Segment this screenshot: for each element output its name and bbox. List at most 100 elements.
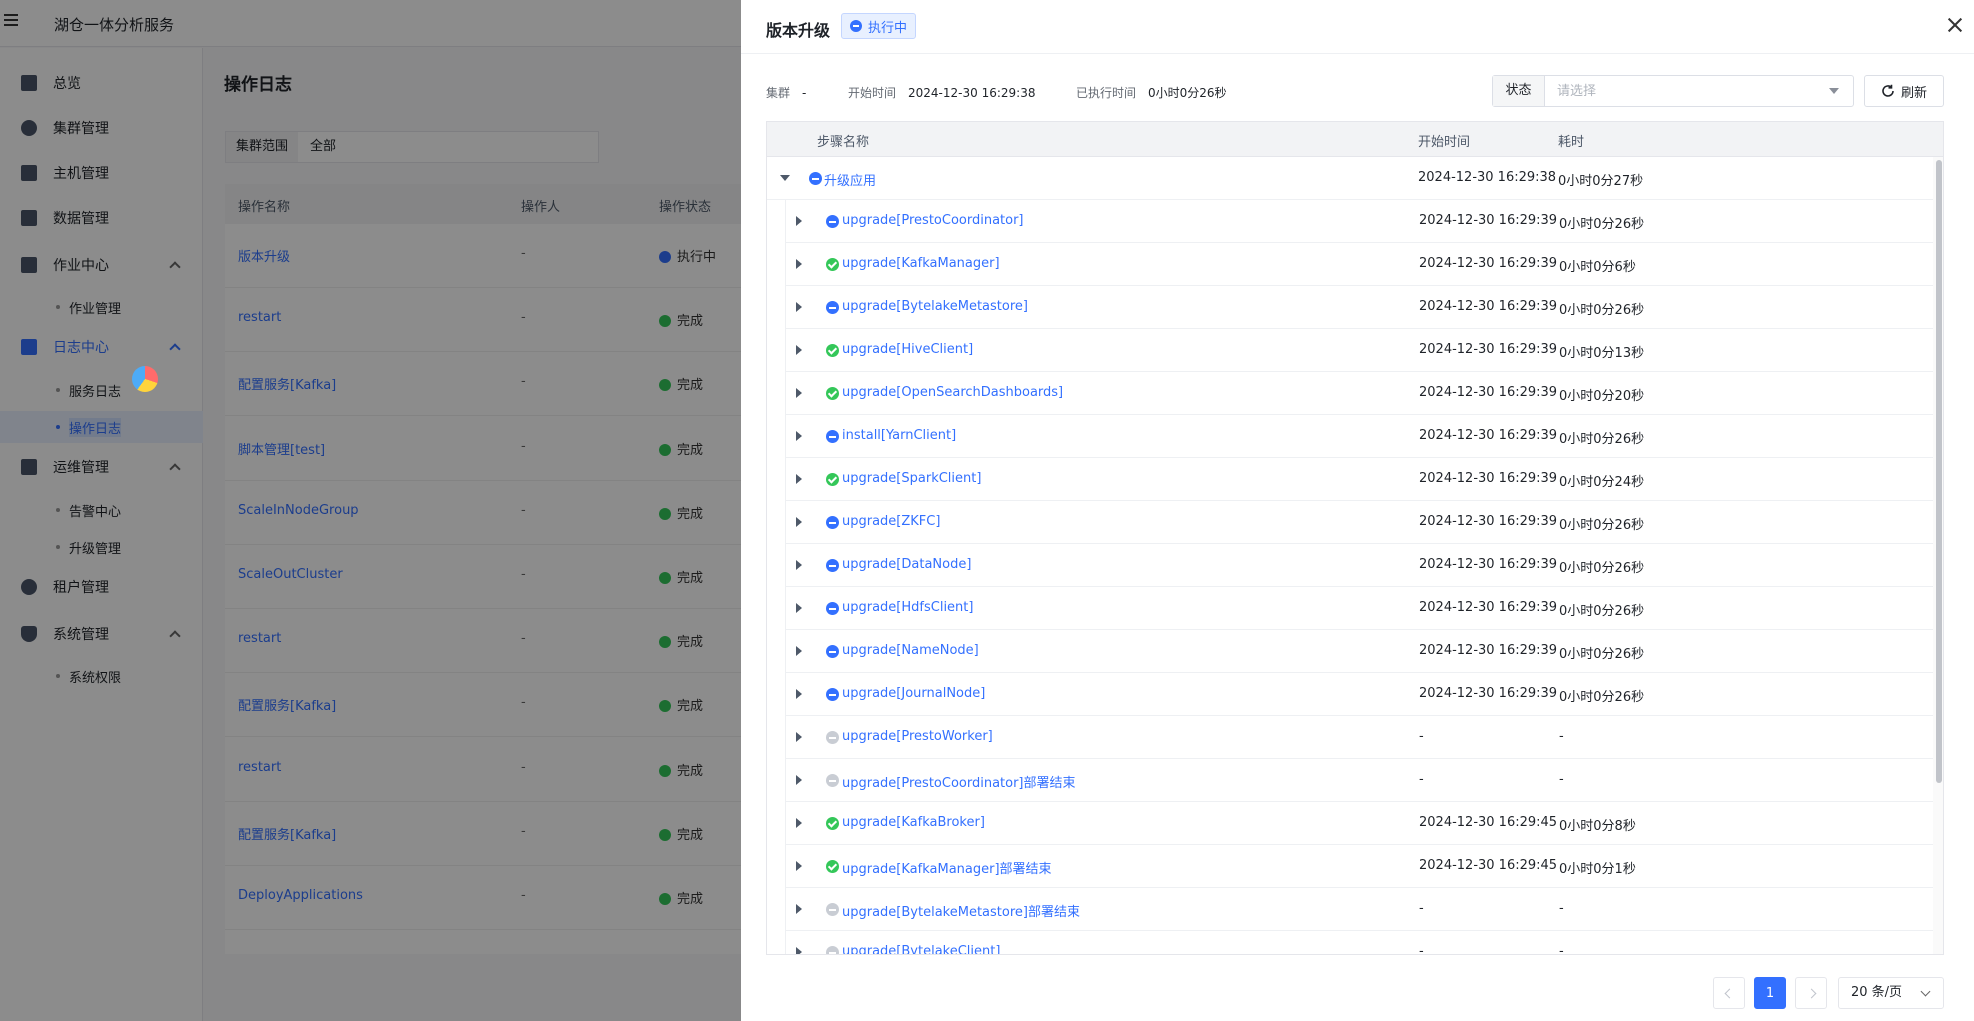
step-row[interactable]: upgrade[OpenSearchDashboards] 2024-12-30 … — [785, 372, 1933, 415]
caret-right-icon[interactable] — [796, 474, 802, 484]
step-duration: 0小时0分26秒 — [1559, 561, 1645, 576]
caret-right-icon[interactable] — [796, 904, 802, 914]
step-row[interactable]: upgrade[BytelakeMetastore] 2024-12-30 16:… — [785, 286, 1933, 329]
page-size-select[interactable]: 20 条/页 — [1838, 977, 1944, 1009]
step-row[interactable]: upgrade[HiveClient] 2024-12-30 16:29:39 0小… — [785, 329, 1933, 372]
step-start-time: 2024-12-30 16:29:39 — [1419, 256, 1558, 271]
step-name[interactable]: upgrade[BytelakeClient] — [842, 944, 1000, 954]
caret-right-icon[interactable] — [796, 259, 802, 269]
step-name[interactable]: upgrade[PrestoCoordinator]部署结束 — [842, 772, 1076, 791]
step-row[interactable]: upgrade[PrestoCoordinator]部署结束 - - — [785, 759, 1933, 802]
step-start-time: 2024-12-30 16:29:39 — [1419, 514, 1558, 529]
step-row[interactable]: upgrade[SparkClient] 2024-12-30 16:29:39 0… — [785, 458, 1933, 501]
check-circle-icon — [826, 860, 839, 873]
step-row[interactable]: upgrade[BytelakeClient] - - — [785, 931, 1933, 955]
page-number: 1 — [1765, 985, 1775, 1001]
step-name[interactable]: upgrade[HdfsClient] — [842, 600, 973, 615]
refresh-button[interactable]: 刷新 — [1864, 75, 1944, 107]
step-name[interactable]: upgrade[PrestoCoordinator] — [842, 213, 1024, 228]
steps-table-header: 步骤名称 开始时间 耗时 — [767, 122, 1943, 157]
status-badge: 执行中 — [841, 13, 917, 39]
caret-right-icon[interactable] — [796, 345, 802, 355]
step-name[interactable]: upgrade[BytelakeMetastore] — [842, 299, 1028, 314]
step-name[interactable]: upgrade[KafkaManager]部署结束 — [842, 858, 1052, 877]
step-name[interactable]: upgrade[DataNode] — [842, 557, 971, 572]
step-row[interactable]: upgrade[KafkaBroker] 2024-12-30 16:29:45 0… — [785, 802, 1933, 845]
scrollbar-thumb[interactable] — [1936, 160, 1942, 783]
step-name[interactable]: 升级应用 — [824, 170, 876, 189]
step-name[interactable]: upgrade[HiveClient] — [842, 342, 973, 357]
prev-page-button[interactable] — [1713, 977, 1745, 1009]
meta-value: 0小时0分26秒 — [1148, 86, 1227, 100]
step-duration: 0小时0分6秒 — [1559, 260, 1636, 275]
step-name[interactable]: upgrade[KafkaManager] — [842, 256, 1000, 271]
assistant-float-icon[interactable] — [132, 366, 158, 392]
step-name[interactable]: upgrade[BytelakeMetastore]部署结束 — [842, 901, 1080, 920]
column-header-start-time: 开始时间 — [1418, 135, 1471, 150]
caret-down-icon[interactable] — [780, 175, 790, 181]
step-start-time: 2024-12-30 16:29:39 — [1419, 428, 1558, 443]
pending-icon — [826, 731, 839, 744]
step-start-time: 2024-12-30 16:29:39 — [1419, 557, 1558, 572]
scrollbar[interactable] — [1933, 157, 1943, 954]
step-name[interactable]: upgrade[OpenSearchDashboards] — [842, 385, 1063, 400]
caret-right-icon[interactable] — [796, 775, 802, 785]
step-row[interactable]: upgrade[NameNode] 2024-12-30 16:29:39 0小时0… — [785, 630, 1933, 673]
step-name[interactable]: upgrade[ZKFC] — [842, 514, 940, 529]
step-name[interactable]: upgrade[KafkaBroker] — [842, 815, 985, 830]
step-start-time: 2024-12-30 16:29:45 — [1419, 858, 1558, 873]
step-row[interactable]: upgrade[ZKFC] 2024-12-30 16:29:39 0小时0分26秒 — [785, 501, 1933, 544]
chevron-left-icon — [1724, 988, 1734, 998]
status-select-input[interactable] — [1545, 76, 1853, 106]
step-duration: 0小时0分1秒 — [1559, 862, 1636, 877]
step-duration: 0小时0分27秒 — [1558, 174, 1644, 189]
step-name[interactable]: upgrade[JournalNode] — [842, 686, 985, 701]
step-name[interactable]: upgrade[PrestoWorker] — [842, 729, 993, 744]
caret-right-icon[interactable] — [796, 431, 802, 441]
caret-right-icon[interactable] — [796, 732, 802, 742]
caret-right-icon[interactable] — [796, 560, 802, 570]
caret-right-icon[interactable] — [796, 517, 802, 527]
step-row[interactable]: upgrade[HdfsClient] 2024-12-30 16:29:39 0小… — [785, 587, 1933, 630]
status-select[interactable]: 状态 — [1492, 75, 1854, 107]
step-name[interactable]: install[YarnClient] — [842, 428, 956, 443]
step-duration: - — [1559, 729, 1564, 744]
close-icon[interactable] — [1946, 16, 1964, 34]
drawer-title: 版本升级 — [766, 21, 831, 40]
caret-right-icon[interactable] — [796, 818, 802, 828]
caret-right-icon[interactable] — [796, 861, 802, 871]
step-row[interactable]: upgrade[KafkaManager] 2024-12-30 16:29:39… — [785, 243, 1933, 286]
caret-right-icon[interactable] — [796, 216, 802, 226]
step-start-time: 2024-12-30 16:29:39 — [1419, 213, 1558, 228]
step-row-parent[interactable]: 升级应用 2024-12-30 16:29:38 0小时0分27秒 — [767, 157, 1933, 200]
step-row[interactable]: upgrade[KafkaManager]部署结束 2024-12-30 16:2… — [785, 845, 1933, 888]
status-select-label: 状态 — [1493, 76, 1545, 106]
step-row[interactable]: upgrade[PrestoCoordinator] 2024-12-30 16:… — [785, 200, 1933, 243]
caret-right-icon[interactable] — [796, 689, 802, 699]
caret-right-icon[interactable] — [796, 603, 802, 613]
step-duration: - — [1559, 944, 1564, 955]
meta-elapsed: 已执行时间 0小时0分26秒 — [1076, 84, 1227, 101]
step-start-time: 2024-12-30 16:29:38 — [1418, 170, 1557, 185]
caret-right-icon[interactable] — [796, 388, 802, 398]
step-start-time: 2024-12-30 16:29:39 — [1419, 643, 1558, 658]
step-row[interactable]: upgrade[PrestoWorker] - - — [785, 716, 1933, 759]
step-row[interactable]: upgrade[DataNode] 2024-12-30 16:29:39 0小时0… — [785, 544, 1933, 587]
step-name[interactable]: upgrade[SparkClient] — [842, 471, 981, 486]
step-start-time: - — [1419, 901, 1424, 916]
step-row[interactable]: upgrade[JournalNode] 2024-12-30 16:29:39 0… — [785, 673, 1933, 716]
page-number-button[interactable]: 1 — [1754, 977, 1786, 1009]
refresh-icon — [1882, 84, 1894, 97]
step-duration: 0小时0分24秒 — [1559, 475, 1645, 490]
check-circle-icon — [826, 258, 839, 271]
caret-right-icon[interactable] — [796, 947, 802, 954]
next-page-button[interactable] — [1795, 977, 1827, 1009]
running-icon — [809, 172, 822, 185]
caret-right-icon[interactable] — [796, 646, 802, 656]
step-start-time: 2024-12-30 16:29:39 — [1419, 299, 1558, 314]
caret-right-icon[interactable] — [796, 302, 802, 312]
step-row[interactable]: install[YarnClient] 2024-12-30 16:29:39 0小… — [785, 415, 1933, 458]
step-row[interactable]: upgrade[BytelakeMetastore]部署结束 - - — [785, 888, 1933, 931]
step-name[interactable]: upgrade[NameNode] — [842, 643, 979, 658]
step-duration: 0小时0分26秒 — [1559, 647, 1645, 662]
